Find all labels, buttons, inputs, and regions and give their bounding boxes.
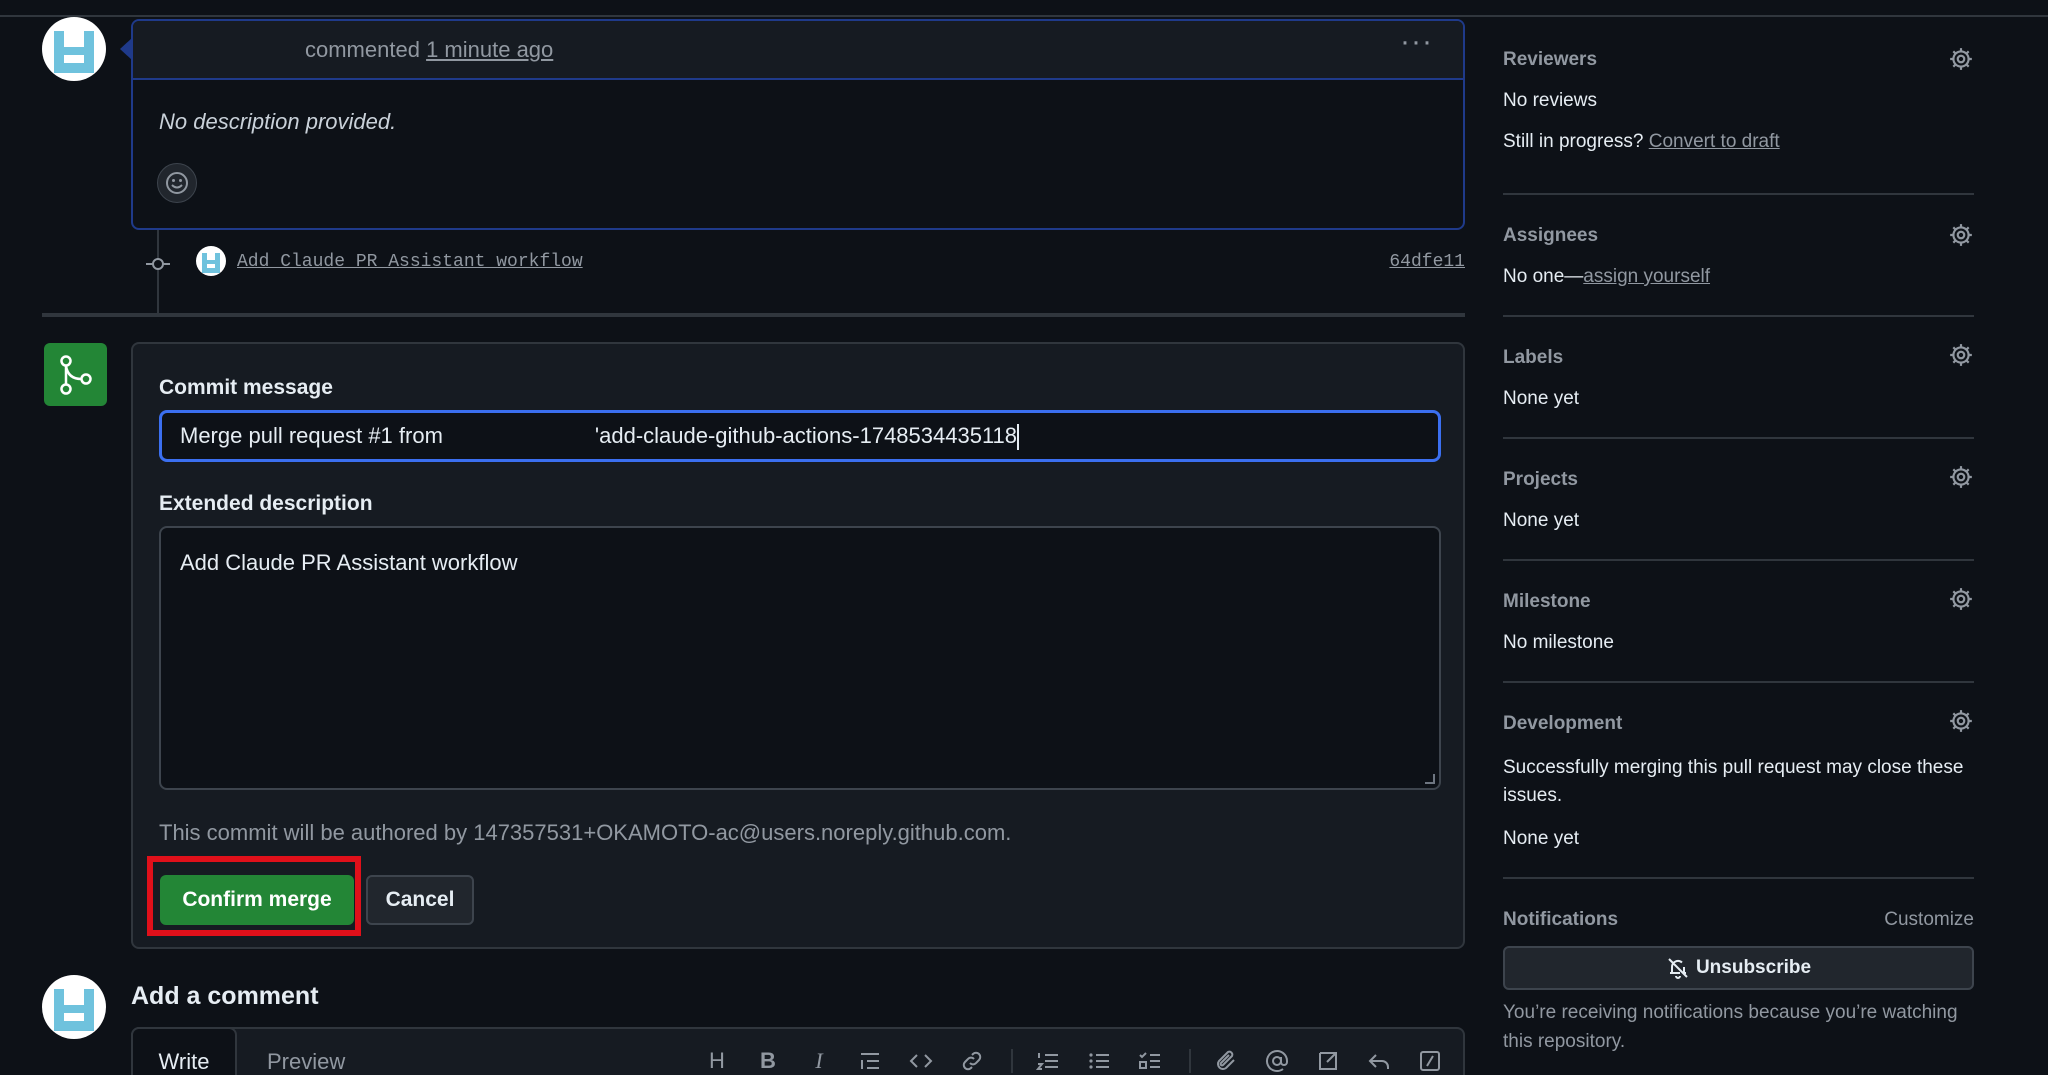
quote-icon[interactable] [858,1049,882,1073]
more-options-icon[interactable]: ··· [1400,25,1433,59]
unordered-list-icon[interactable] [1087,1049,1111,1073]
add-reaction-button[interactable] [157,163,197,203]
commit-author-note: This commit will be authored by 14735753… [159,820,1012,845]
comment-editor-header: Write Preview H B I [131,1027,1465,1075]
confirm-merge-button[interactable]: Confirm merge [160,875,354,925]
commit-message-prefix: Merge pull request #1 from [180,423,443,448]
commit-message-label: Commit message [159,376,333,399]
ordered-list-icon[interactable] [1036,1049,1060,1073]
resize-handle-icon[interactable] [1425,774,1435,784]
comment-box: commented 1 minute ago ··· No descriptio… [131,19,1465,230]
timeline-divider [42,313,1465,317]
avatar[interactable] [42,17,106,81]
link-icon[interactable] [960,1049,984,1073]
bold-icon[interactable]: B [756,1049,780,1073]
smiley-icon [166,172,188,194]
unsubscribe-label: Unsubscribe [1695,957,1812,979]
add-comment-title: Add a comment [131,982,319,1010]
extended-description-textarea[interactable]: Add Claude PR Assistant workflow [159,526,1441,790]
toolbar-separator [1189,1049,1191,1073]
italic-icon[interactable]: I [807,1049,831,1073]
comment-action-text: commented [305,37,420,62]
unsubscribe-button[interactable]: Unsubscribe [1503,946,1974,990]
text-caret [1017,424,1020,451]
paperclip-icon[interactable] [1214,1049,1238,1073]
commit-message-link[interactable]: Add Claude PR Assistant workflow [237,252,583,272]
avatar[interactable] [42,975,106,1039]
comment-meta: commented 1 minute ago [305,37,553,63]
code-icon[interactable] [909,1049,933,1073]
comment-time-link[interactable]: 1 minute ago [426,37,553,62]
git-merge-icon [60,355,92,395]
merge-form: Commit message Merge pull request #1 fro… [131,342,1465,949]
commit-message-input[interactable]: Merge pull request #1 from 'add-claude-gi… [159,410,1441,462]
customize-link[interactable]: Customize [1884,909,1974,931]
task-list-icon[interactable] [1138,1049,1162,1073]
sidebar-notifications: Notifications Customize [1503,0,1974,940]
cancel-button[interactable]: Cancel [366,875,474,925]
commit-message-suffix: 'add-claude-github-actions-1748534435118 [594,423,1018,448]
commit-icon [146,258,170,270]
commit-author-avatar[interactable] [196,246,226,276]
cross-reference-icon[interactable] [1316,1049,1340,1073]
extended-description-value: Add Claude PR Assistant workflow [180,550,518,575]
reply-icon[interactable] [1367,1049,1391,1073]
heading-icon[interactable]: H [705,1049,729,1073]
notifications-title: Notifications [1503,909,1619,930]
bell-slash-icon [1668,958,1688,979]
comment-header: commented 1 minute ago ··· [133,21,1463,80]
notifications-note: You’re receiving notifications because y… [1503,1002,1958,1052]
extended-description-label: Extended description [159,492,373,515]
toolbar-separator [1011,1049,1013,1073]
mention-icon[interactable] [1265,1049,1289,1073]
merge-status-badge [44,343,107,406]
comment-body: No description provided. [159,109,397,134]
commit-sha-link[interactable]: 64dfe11 [1389,252,1465,272]
slash-command-icon[interactable] [1418,1049,1442,1073]
markdown-toolbar: H B I [133,1029,1463,1075]
